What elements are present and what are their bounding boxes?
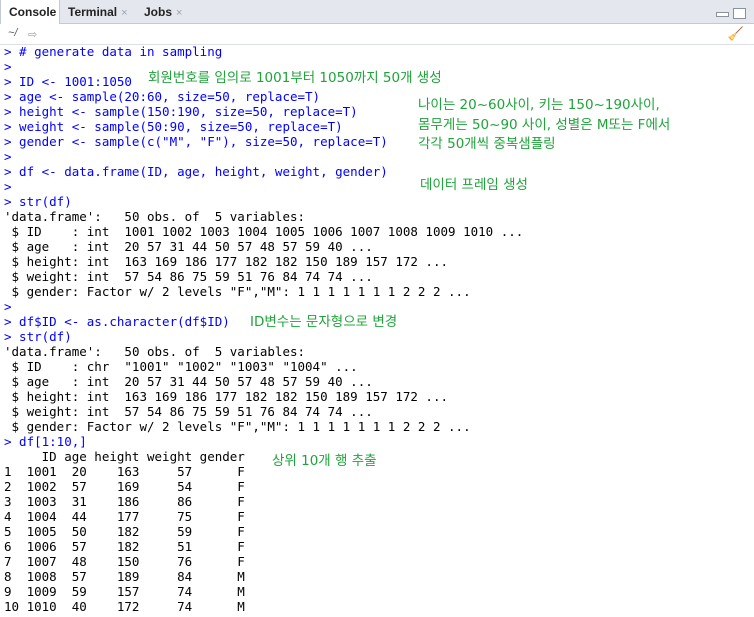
console-command-line: > # generate data in sampling bbox=[4, 44, 223, 59]
console-command-line: > bbox=[4, 179, 12, 194]
console-output-line: 6 1006 57 182 51 F bbox=[4, 539, 245, 554]
minimize-icon[interactable] bbox=[716, 12, 729, 17]
console-output-line: $ weight: int 57 54 86 75 59 51 76 84 74… bbox=[4, 269, 373, 284]
console-output-line: 10 1010 40 172 74 M bbox=[4, 599, 245, 614]
console-output-line: 7 1007 48 150 76 F bbox=[4, 554, 245, 569]
console-command-line: > df <- data.frame(ID, age, height, weig… bbox=[4, 164, 388, 179]
console-output-line: ID age height weight gender bbox=[4, 449, 245, 464]
tab-jobs-label: Jobs bbox=[144, 5, 173, 19]
console-output-line: 5 1005 50 182 59 F bbox=[4, 524, 245, 539]
annotation-head: 상위 10개 행 추출 bbox=[272, 453, 377, 469]
tab-terminal[interactable]: Terminal × bbox=[60, 0, 136, 24]
working-directory-path: ~/ bbox=[8, 27, 18, 39]
console-output-line: $ weight: int 57 54 86 75 59 51 76 84 74… bbox=[4, 404, 373, 419]
tab-console[interactable]: Console bbox=[0, 0, 60, 25]
tab-console-label: Console bbox=[9, 5, 57, 19]
console-output-line: $ age : int 20 57 31 44 50 57 48 57 59 4… bbox=[4, 374, 373, 389]
close-icon[interactable]: × bbox=[176, 7, 182, 19]
annotation-sampling-2: 몸무게는 50~90 사이, 성별은 M또는 F에서 bbox=[418, 117, 671, 133]
console-command-line: > df[1:10,] bbox=[4, 434, 87, 449]
console-output-line: 8 1008 57 189 84 M bbox=[4, 569, 245, 584]
console-output-line: $ gender: Factor w/ 2 levels "F","M": 1 … bbox=[4, 284, 471, 299]
console-output-line: $ age : int 20 57 31 44 50 57 48 57 59 4… bbox=[4, 239, 373, 254]
console-output-line: 2 1002 57 169 54 F bbox=[4, 479, 245, 494]
working-directory-bar: ~/ ⇨ 🧹 bbox=[0, 24, 754, 45]
console-command-line: > gender <- sample(c("M", "F"), size=50,… bbox=[4, 134, 388, 149]
console-output-line: $ gender: Factor w/ 2 levels "F","M": 1 … bbox=[4, 419, 471, 434]
annotation-sampling-1: 나이는 20~60사이, 키는 150~190사이, bbox=[418, 97, 660, 113]
console-output-line: 'data.frame': 50 obs. of 5 variables: bbox=[4, 209, 306, 224]
console-output-line: $ ID : chr "1001" "1002" "1003" "1004" .… bbox=[4, 359, 358, 374]
console-command-line: > str(df) bbox=[4, 194, 72, 209]
forward-arrow-icon[interactable]: ⇨ bbox=[28, 28, 37, 41]
tab-bar: Console Terminal × Jobs × bbox=[0, 0, 754, 25]
tab-terminal-label: Terminal bbox=[68, 5, 118, 19]
close-icon[interactable]: × bbox=[121, 7, 127, 19]
tab-jobs[interactable]: Jobs × bbox=[136, 0, 196, 24]
console-output-line: $ ID : int 1001 1002 1003 1004 1005 1006… bbox=[4, 224, 524, 239]
console-output-line: 9 1009 59 157 74 M bbox=[4, 584, 245, 599]
annotation-dataframe: 데이터 프레임 생성 bbox=[420, 177, 528, 193]
console-output-line: 1 1001 20 163 57 F bbox=[4, 464, 245, 479]
maximize-icon[interactable] bbox=[733, 8, 746, 19]
console-command-line: > bbox=[4, 299, 12, 314]
annotation-character: ID변수는 문자형으로 변경 bbox=[250, 314, 398, 330]
console-output-line: $ height: int 163 169 186 177 182 182 15… bbox=[4, 389, 449, 404]
console-output-line: 3 1003 31 186 86 F bbox=[4, 494, 245, 509]
window-controls bbox=[712, 6, 746, 24]
annotation-id: 회원번호를 임의로 1001부터 1050까지 50개 생성 bbox=[148, 70, 442, 86]
console-output-line: 'data.frame': 50 obs. of 5 variables: bbox=[4, 344, 306, 359]
console-command-line: > bbox=[4, 149, 12, 164]
console-output-line: 4 1004 44 177 75 F bbox=[4, 509, 245, 524]
annotation-sampling-3: 각각 50개씩 중복샘플링 bbox=[418, 136, 556, 152]
console-output-line: $ height: int 163 169 186 177 182 182 15… bbox=[4, 254, 449, 269]
broom-icon[interactable]: 🧹 bbox=[728, 26, 744, 42]
